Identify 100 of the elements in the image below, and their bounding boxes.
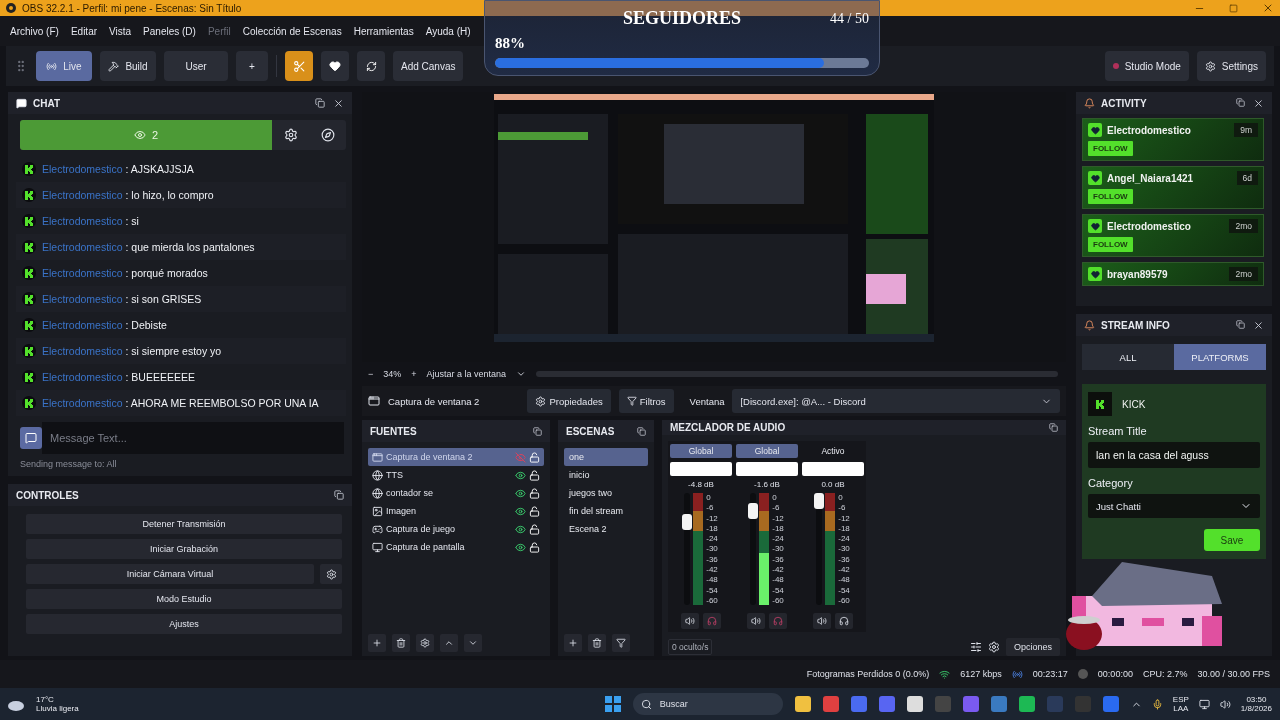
studio-mode-button[interactable]: Studio Mode xyxy=(1104,51,1189,81)
save-button[interactable]: Save xyxy=(1204,529,1260,551)
remove-button[interactable] xyxy=(392,634,410,652)
unlocked-icon[interactable] xyxy=(529,505,540,517)
heart-icon xyxy=(1088,219,1102,233)
float-icon[interactable] xyxy=(334,490,344,500)
menu-item[interactable]: Ayuda (H) xyxy=(425,25,471,37)
settings-button[interactable]: Settings xyxy=(1196,51,1266,81)
tool-button[interactable] xyxy=(321,51,349,81)
source-item[interactable]: contador se xyxy=(368,484,544,502)
chat-message: Electrodomestico : AJSKAJJSJA xyxy=(42,163,194,175)
float-icon[interactable] xyxy=(1049,423,1058,432)
zoom-out-button[interactable]: − xyxy=(368,369,374,379)
float-icon[interactable] xyxy=(1236,97,1245,107)
category-select[interactable]: Just Chatti xyxy=(1088,494,1260,518)
source-settings-button[interactable] xyxy=(416,634,434,652)
close-icon[interactable] xyxy=(1253,319,1264,331)
menu-item[interactable]: Archivo (F) xyxy=(10,25,59,37)
eye-icon[interactable] xyxy=(515,523,526,535)
source-item[interactable]: Imagen xyxy=(368,502,544,520)
app-icon[interactable] xyxy=(794,696,811,712)
add-button[interactable]: + xyxy=(236,51,268,81)
app-icon[interactable] xyxy=(1018,696,1035,712)
mode-tab[interactable]: Live xyxy=(36,51,92,81)
menu-item[interactable]: Editar xyxy=(70,25,98,37)
tab[interactable]: PLATFORMS xyxy=(1174,344,1266,370)
tool-button[interactable] xyxy=(357,51,385,81)
slider-thumb[interactable] xyxy=(748,502,759,519)
mode-tab[interactable]: User xyxy=(164,51,228,81)
eye-icon[interactable] xyxy=(515,505,526,517)
source-item[interactable]: Captura de juego xyxy=(368,520,544,538)
unlocked-icon[interactable] xyxy=(529,469,540,481)
control-button[interactable]: Detener Transmisión xyxy=(26,514,342,534)
source-item[interactable]: TTS xyxy=(368,466,544,484)
channel-tag[interactable]: Global xyxy=(736,444,798,458)
volume-slider[interactable] xyxy=(750,493,757,605)
channel-tag[interactable]: Activo xyxy=(802,444,864,458)
scene-item[interactable]: one xyxy=(564,448,648,466)
float-icon[interactable] xyxy=(315,97,325,108)
source-item[interactable]: Captura de pantalla xyxy=(368,538,544,556)
app-icon[interactable] xyxy=(906,696,923,712)
sliders-icon[interactable] xyxy=(969,641,982,653)
float-icon[interactable] xyxy=(533,426,542,436)
remove-button[interactable] xyxy=(588,634,606,652)
scene-item[interactable]: fin del stream xyxy=(564,502,648,520)
unlocked-icon[interactable] xyxy=(529,487,540,499)
menu-item[interactable]: Colección de Escenas xyxy=(242,25,342,37)
volume-slider[interactable] xyxy=(684,493,691,605)
channel-tag[interactable]: Global xyxy=(670,444,732,458)
mute-button[interactable] xyxy=(813,613,831,629)
close-icon[interactable] xyxy=(1253,97,1264,109)
fit-to-window-dropdown[interactable]: Ajustar a la ventana xyxy=(426,369,507,379)
stream-title-input[interactable]: lan en la casa del aguss xyxy=(1088,442,1260,468)
add-source-button[interactable] xyxy=(368,634,386,652)
start-button-icon[interactable] xyxy=(604,696,621,712)
hammer-icon xyxy=(108,60,120,72)
slider-thumb[interactable] xyxy=(682,514,693,531)
zoom-in-button[interactable]: + xyxy=(411,369,417,379)
properties-button[interactable]: Propiedades xyxy=(527,389,611,413)
filters-button[interactable]: Filtros xyxy=(618,389,674,413)
add-canvas-button[interactable]: Add Canvas xyxy=(393,51,464,81)
menu-item[interactable]: Paneles (D) xyxy=(143,25,196,37)
chat-bubble-icon xyxy=(16,97,27,109)
mode-tab[interactable]: Build xyxy=(100,51,156,81)
control-button[interactable]: Iniciar Cámara Virtual xyxy=(26,564,314,584)
mute-button[interactable] xyxy=(747,613,765,629)
eye-icon[interactable] xyxy=(515,469,526,481)
control-button[interactable]: Ajustes xyxy=(26,614,342,634)
swap-icon xyxy=(365,60,377,72)
add-scene-button[interactable] xyxy=(564,634,582,652)
options-button[interactable]: Opciones xyxy=(1005,638,1060,656)
unlocked-icon[interactable] xyxy=(529,541,540,553)
message-input[interactable]: Message Text... xyxy=(42,422,344,454)
close-icon[interactable] xyxy=(1262,2,1274,14)
eye-icon[interactable] xyxy=(515,541,526,553)
tab[interactable]: ALL xyxy=(1082,344,1174,370)
menu-item[interactable]: Vista xyxy=(109,25,132,37)
close-icon[interactable] xyxy=(333,97,344,109)
scene-item[interactable]: juegos two xyxy=(564,484,648,502)
filter-button[interactable] xyxy=(612,634,630,652)
volume-slider[interactable] xyxy=(816,493,823,605)
mute-button[interactable] xyxy=(681,613,699,629)
window-select[interactable]: [Discord.exe]: @A... - Discord xyxy=(732,389,1060,413)
float-icon[interactable] xyxy=(637,426,646,436)
taskbar-search[interactable]: Buscar xyxy=(632,693,783,715)
scene-item[interactable]: inicio xyxy=(564,466,648,484)
broadcast-icon xyxy=(1011,668,1023,680)
record-time: 00:00:00 xyxy=(1097,669,1133,679)
menu-item[interactable]: Herramientas xyxy=(353,25,414,37)
chat-message: Electrodomestico : AHORA ME REEMBOLSO POR UNA IA xyxy=(42,397,319,409)
control-button[interactable]: Modo Estudio xyxy=(26,589,342,609)
virtual-camera-settings-button[interactable] xyxy=(320,564,342,584)
unlocked-icon[interactable] xyxy=(529,523,540,535)
eye-icon[interactable] xyxy=(515,487,526,499)
settings-icon[interactable] xyxy=(987,641,1000,653)
slider-thumb[interactable] xyxy=(814,493,825,509)
monitor-button[interactable] xyxy=(835,613,853,629)
float-icon[interactable] xyxy=(1236,319,1245,329)
control-button[interactable]: Iniciar Grabación xyxy=(26,539,342,559)
scene-item[interactable]: Escena 2 xyxy=(564,520,648,538)
